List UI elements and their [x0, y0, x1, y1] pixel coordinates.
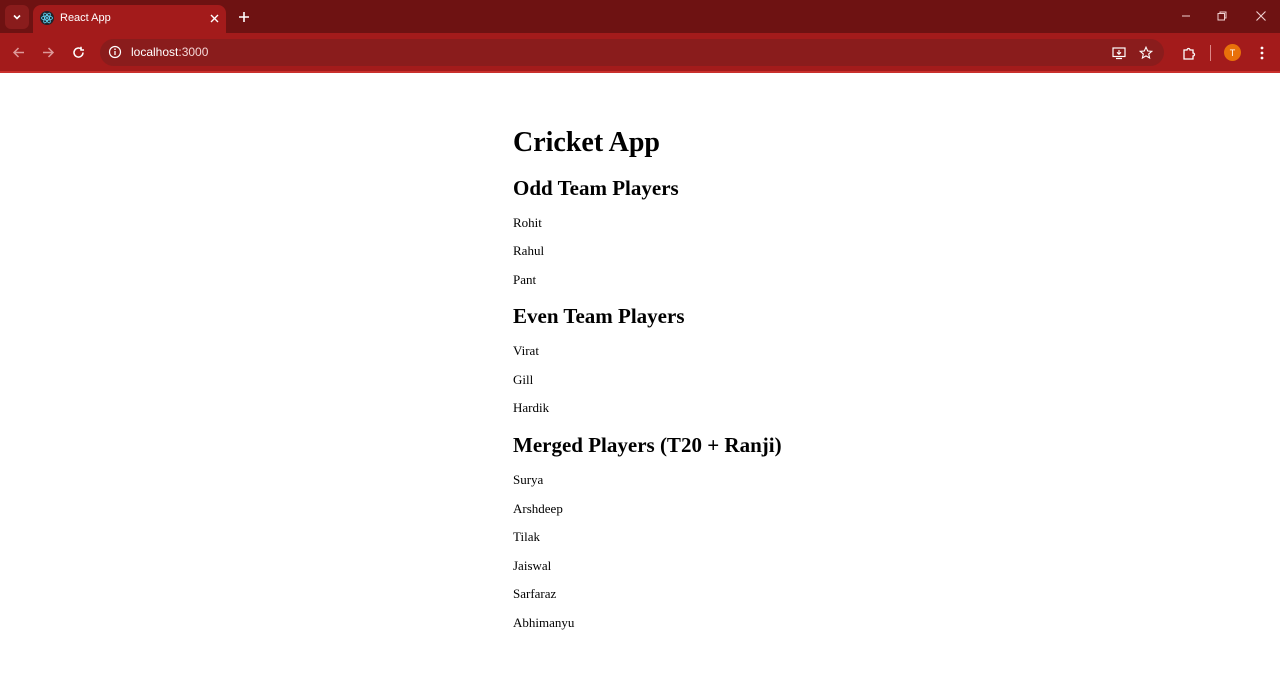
restore-icon [1217, 11, 1227, 21]
list-item: Jaiswal [513, 558, 552, 573]
forward-button[interactable] [40, 44, 56, 60]
arrow-right-icon [42, 46, 54, 58]
list-item: Rohit [513, 215, 542, 230]
toolbar-border [0, 71, 1280, 73]
section-heading-even-team: Even Team Players [513, 304, 685, 328]
extensions-button[interactable] [1180, 44, 1198, 62]
chevron-down-icon [13, 14, 21, 20]
section-heading-odd-team: Odd Team Players [513, 176, 679, 200]
tab-title: React App [60, 12, 111, 24]
section-heading-merged-players: Merged Players (T20 + Ranji) [513, 433, 782, 457]
page-title: Cricket App [513, 127, 660, 158]
list-item: Pant [513, 272, 537, 287]
list-item: Tilak [513, 529, 540, 544]
toolbar-divider [1210, 45, 1211, 61]
list-item: Rahul [513, 243, 545, 258]
arrow-left-icon [12, 46, 24, 58]
close-window-button[interactable] [1253, 8, 1269, 24]
puzzle-icon [1182, 47, 1195, 60]
minimize-icon [1182, 15, 1190, 17]
browser-toolbar: localhost:3000 [0, 33, 1280, 71]
url-host: localhost [131, 45, 179, 59]
browser-chrome: React App localhost:3000 T [0, 0, 1280, 73]
list-item: Hardik [513, 400, 550, 415]
react-icon [40, 11, 54, 25]
address-bar[interactable]: localhost:3000 [100, 39, 1164, 66]
list-item: Gill [513, 372, 534, 387]
minimize-button[interactable] [1178, 8, 1194, 24]
tab-strip: React App [0, 0, 1280, 33]
install-icon [1112, 47, 1126, 60]
plus-icon [239, 12, 249, 22]
bookmark-button[interactable] [1138, 45, 1154, 61]
new-tab-button[interactable] [236, 9, 252, 25]
url-text[interactable]: localhost:3000 [131, 45, 208, 59]
browser-menu-button[interactable] [1253, 44, 1271, 62]
tab-close-button[interactable] [207, 11, 221, 25]
list-item: Virat [513, 343, 539, 358]
back-button[interactable] [10, 44, 26, 60]
reload-button[interactable] [70, 44, 86, 60]
close-icon [210, 14, 218, 22]
tab-search-button[interactable] [5, 5, 29, 29]
close-icon [1256, 11, 1266, 21]
list-item: Arshdeep [513, 501, 563, 516]
star-icon [1139, 46, 1153, 60]
kebab-menu-icon [1260, 46, 1264, 60]
list-item: Sarfaraz [513, 586, 557, 601]
list-item: Abhimanyu [513, 615, 575, 630]
profile-avatar[interactable]: T [1224, 44, 1241, 61]
info-icon[interactable] [108, 45, 122, 59]
restore-button[interactable] [1214, 8, 1230, 24]
tab-react-app[interactable]: React App [33, 5, 226, 33]
url-port: :3000 [178, 45, 209, 59]
list-item: Surya [513, 472, 544, 487]
install-app-button[interactable] [1111, 45, 1127, 61]
reload-icon [72, 46, 84, 58]
